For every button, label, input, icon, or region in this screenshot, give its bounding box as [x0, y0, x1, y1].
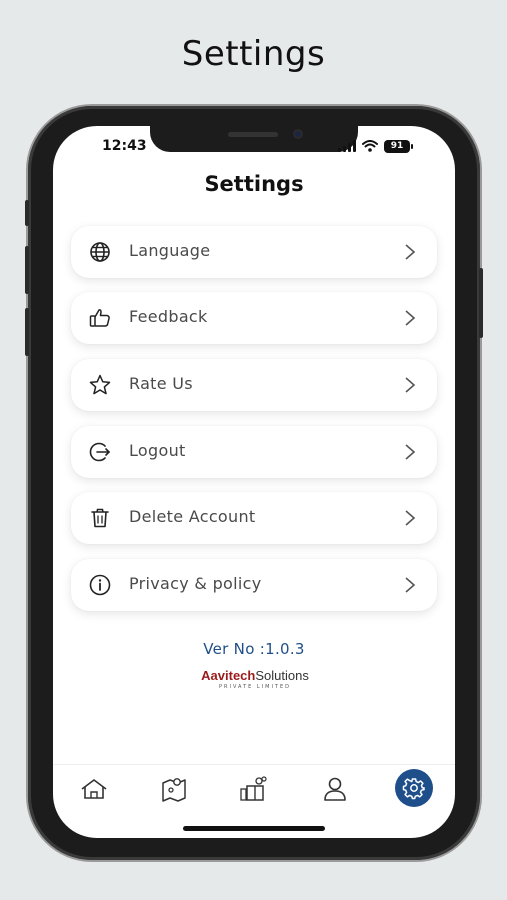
- camera: [293, 129, 303, 139]
- globe-icon: [90, 242, 110, 262]
- notch: [150, 126, 358, 152]
- side-button: [25, 308, 29, 356]
- menu-item-rate-us[interactable]: Rate Us: [71, 359, 437, 411]
- menu-label: Language: [129, 241, 211, 260]
- side-button: [479, 268, 483, 338]
- chevron-right-icon: [405, 310, 416, 326]
- brand-name: AavitechSolutions: [192, 668, 318, 683]
- map-icon: [162, 778, 186, 802]
- side-button: [25, 246, 29, 294]
- thumbs-up-icon: [89, 309, 110, 327]
- wifi-icon: [362, 140, 378, 152]
- chevron-right-icon: [405, 577, 416, 593]
- home-indicator: [183, 826, 325, 831]
- status-time: 12:43: [102, 138, 147, 154]
- brand-subtitle: PRIVATE LIMITED: [218, 684, 291, 690]
- menu-item-delete-account[interactable]: Delete Account: [71, 492, 437, 544]
- tab-home[interactable]: [79, 774, 109, 804]
- tab-map[interactable]: [159, 774, 189, 804]
- menu-label: Rate Us: [129, 374, 193, 393]
- status-icons: 91: [338, 138, 413, 154]
- chevron-right-icon: [405, 444, 416, 460]
- gear-icon: [402, 778, 425, 800]
- battery-icon: 91: [384, 139, 413, 153]
- version-label: Ver No :1.0.3: [203, 640, 305, 658]
- gift-icon: [240, 776, 267, 801]
- tab-profile[interactable]: [320, 774, 350, 804]
- screen-title: Settings: [204, 172, 304, 196]
- info-icon: [89, 574, 111, 596]
- speaker: [228, 132, 278, 137]
- tab-bar-divider: [53, 764, 455, 765]
- menu-item-logout[interactable]: Logout: [71, 426, 437, 478]
- brand-logo: AavitechSolutions PRIVATE LIMITED: [192, 668, 318, 690]
- menu-label: Delete Account: [129, 507, 256, 526]
- menu-item-privacy-policy[interactable]: Privacy & policy: [71, 559, 437, 611]
- promo-title: Settings: [181, 34, 326, 74]
- user-icon: [324, 777, 346, 801]
- menu-label: Privacy & policy: [129, 574, 262, 593]
- menu-label: Logout: [129, 441, 186, 460]
- chevron-right-icon: [405, 244, 416, 260]
- home-icon: [81, 779, 107, 799]
- chevron-right-icon: [405, 377, 416, 393]
- menu-item-feedback[interactable]: Feedback: [71, 292, 437, 344]
- logout-icon: [89, 442, 111, 462]
- side-button: [25, 200, 29, 226]
- chevron-right-icon: [405, 510, 416, 526]
- tab-gifts[interactable]: [239, 774, 269, 804]
- menu-label: Feedback: [129, 307, 208, 326]
- brand-name-part2: Solutions: [255, 668, 309, 683]
- signal-icon: [338, 140, 356, 152]
- trash-icon: [91, 508, 109, 528]
- brand-name-part1: Aavitech: [201, 668, 256, 683]
- tab-settings[interactable]: [395, 769, 433, 807]
- star-icon: [89, 374, 111, 395]
- menu-item-language[interactable]: Language: [71, 226, 437, 278]
